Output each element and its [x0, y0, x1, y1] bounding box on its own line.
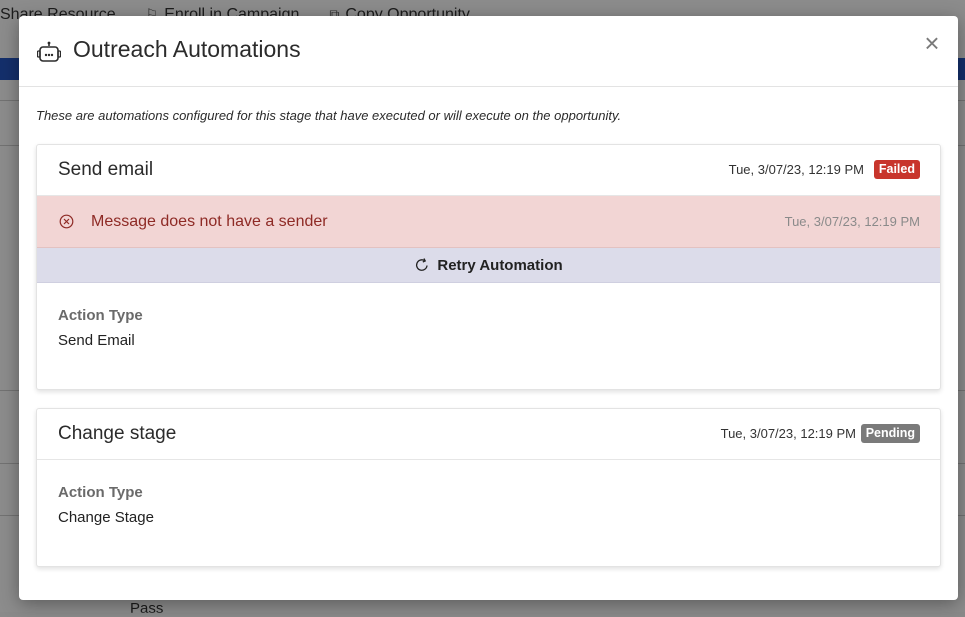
status-badge-pending: Pending [860, 424, 920, 443]
action-type-value: Send Email [58, 332, 135, 349]
automation-timestamp: Tue, 3/07/23, 12:19 PM [720, 426, 856, 441]
error-message: Message does not have a sender [91, 213, 328, 230]
retry-icon [416, 258, 429, 271]
automation-timestamp: Tue, 3/07/23, 12:19 PM [728, 162, 864, 177]
modal-description: These are automations configured for thi… [36, 108, 622, 123]
action-type-label: Action Type [58, 307, 143, 324]
action-type-value: Change Stage [58, 509, 154, 526]
retry-automation-label: Retry Automation [437, 256, 563, 274]
action-type-label: Action Type [58, 484, 143, 501]
error-circle-x-icon [59, 214, 74, 229]
automation-card-send-email: Send email Tue, 3/07/23, 12:19 PM Failed… [36, 144, 941, 390]
retry-automation-button[interactable]: Retry Automation [37, 248, 940, 283]
automation-title: Change stage [58, 423, 177, 444]
robot-icon [37, 41, 61, 62]
modal-title: Outreach Automations [73, 36, 301, 62]
status-badge-failed: Failed [873, 160, 920, 179]
modal-header: Outreach Automations × [19, 16, 958, 87]
outreach-automations-modal: Outreach Automations × These are automat… [19, 16, 958, 600]
automation-card-header: Send email Tue, 3/07/23, 12:19 PM Failed [37, 145, 940, 196]
close-button[interactable]: × [920, 30, 944, 56]
close-icon: × [924, 28, 940, 58]
error-timestamp: Tue, 3/07/23, 12:19 PM [784, 214, 920, 229]
automation-card-change-stage: Change stage Tue, 3/07/23, 12:19 PM Pend… [36, 408, 941, 567]
error-message-row: Message does not have a sender Tue, 3/07… [37, 196, 940, 248]
automation-card-header: Change stage Tue, 3/07/23, 12:19 PM Pend… [37, 409, 940, 460]
automation-title: Send email [58, 159, 154, 180]
